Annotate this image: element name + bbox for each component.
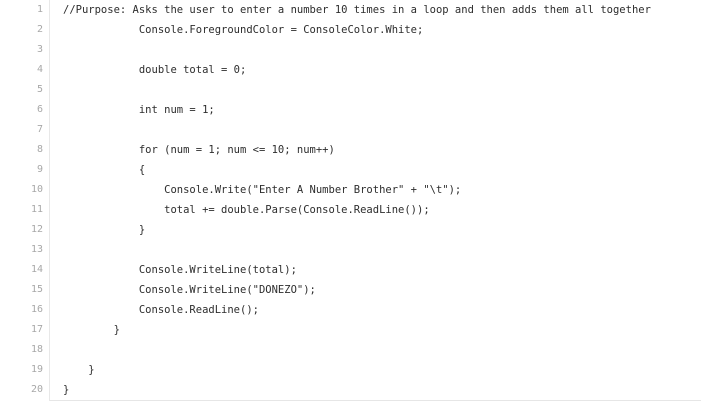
code-line[interactable]: 17 } (0, 320, 701, 340)
code-line[interactable]: 12 } (0, 220, 701, 240)
line-number: 11 (30, 204, 43, 215)
code-line[interactable]: 9 { (0, 160, 701, 180)
code-text[interactable]: Console.ForegroundColor = ConsoleColor.W… (63, 20, 423, 40)
code-line[interactable]: 14 Console.WriteLine(total); (0, 260, 701, 280)
line-number: 7 (36, 124, 43, 135)
line-number: 18 (30, 344, 43, 355)
code-text[interactable]: Console.ReadLine(); (63, 300, 259, 320)
code-line[interactable]: 20} (0, 380, 701, 400)
line-number: 2 (36, 24, 43, 35)
line-number: 12 (30, 224, 43, 235)
code-text[interactable]: double total = 0; (63, 60, 246, 80)
code-text[interactable]: //Purpose: Asks the user to enter a numb… (63, 0, 651, 20)
code-text[interactable]: Console.WriteLine("DONEZO"); (63, 280, 316, 300)
code-line[interactable]: 8 for (num = 1; num <= 10; num++) (0, 140, 701, 160)
line-number: 5 (36, 84, 43, 95)
code-text[interactable]: } (63, 360, 94, 380)
line-number: 19 (30, 364, 43, 375)
line-number: 15 (30, 284, 43, 295)
code-text[interactable]: total += double.Parse(Console.ReadLine()… (63, 200, 430, 220)
code-line[interactable]: 16 Console.ReadLine(); (0, 300, 701, 320)
code-line[interactable]: 6 int num = 1; (0, 100, 701, 120)
line-number: 4 (36, 64, 43, 75)
code-editor[interactable]: 1 //Purpose: Asks the user to enter a num… (0, 0, 701, 401)
code-line[interactable]: 5 (0, 80, 701, 100)
code-line[interactable]: 15 Console.WriteLine("DONEZO"); (0, 280, 701, 300)
line-number: 10 (30, 184, 43, 195)
code-text[interactable]: } (63, 220, 145, 240)
code-text[interactable]: Console.Write("Enter A Number Brother" +… (63, 180, 461, 200)
code-text[interactable]: Console.WriteLine(total); (63, 260, 297, 280)
code-line[interactable]: 1 //Purpose: Asks the user to enter a num… (0, 0, 701, 20)
line-number: 6 (36, 104, 43, 115)
code-text[interactable]: int num = 1; (63, 100, 215, 120)
code-line[interactable]: 7 (0, 120, 701, 140)
code-text[interactable]: for (num = 1; num <= 10; num++) (63, 140, 335, 160)
code-line[interactable]: 10 Console.Write("Enter A Number Brother… (0, 180, 701, 200)
line-number: 13 (30, 244, 43, 255)
code-line[interactable]: 18 (0, 340, 701, 360)
code-line[interactable]: 13 (0, 240, 701, 260)
line-number: 16 (30, 304, 43, 315)
code-line[interactable]: 19 } (0, 360, 701, 380)
code-text[interactable]: } (63, 380, 69, 400)
line-number: 1 (36, 4, 43, 15)
code-line[interactable]: 11 total += double.Parse(Console.ReadLin… (0, 200, 701, 220)
code-line[interactable]: 3 (0, 40, 701, 60)
code-line[interactable]: 4 double total = 0; (0, 60, 701, 80)
code-text[interactable]: } (63, 320, 120, 340)
line-number: 20 (30, 384, 43, 395)
line-number: 3 (36, 44, 43, 55)
line-number: 14 (30, 264, 43, 275)
code-text[interactable]: { (63, 160, 145, 180)
line-number: 9 (36, 164, 43, 175)
line-number: 8 (36, 144, 43, 155)
code-line[interactable]: 2 Console.ForegroundColor = ConsoleColor… (0, 20, 701, 40)
line-number: 17 (30, 324, 43, 335)
